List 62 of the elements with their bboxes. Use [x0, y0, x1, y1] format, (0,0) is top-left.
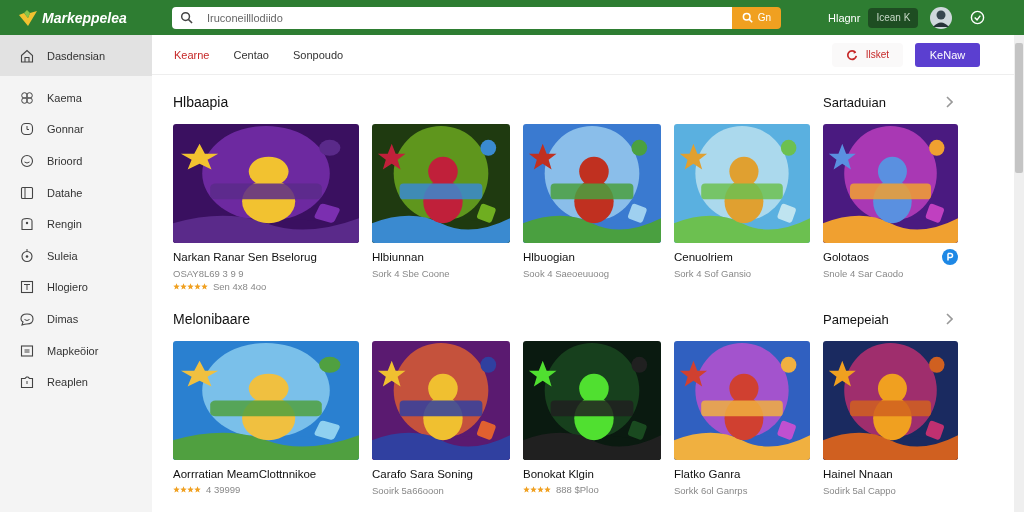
scrollbar[interactable] [1014, 35, 1024, 512]
card-subtitle: Sook 4 Saeoeuuoog [523, 268, 611, 279]
primary-button[interactable]: KeNaw [915, 42, 980, 67]
refresh-button[interactable]: Ilsket [831, 42, 903, 67]
card-meta: 888 $Ploo [556, 484, 599, 495]
card-title[interactable]: Hlbiunnan [372, 251, 424, 263]
sidebar-item[interactable]: Dasdensian [0, 35, 152, 76]
avatar-icon[interactable] [930, 6, 953, 29]
nav-tab[interactable]: Kearne [172, 46, 212, 63]
sidebar-item[interactable]: Mapkeöior [0, 334, 152, 367]
search-icon [741, 12, 753, 23]
card-title[interactable]: Narkan Ranar Sen Bselorug [173, 251, 317, 263]
card-title[interactable]: Hainel Nnaan [823, 468, 893, 480]
search-icon [180, 11, 193, 24]
card-title[interactable]: Flatko Ganra [674, 468, 741, 480]
nav-tab[interactable]: Centao [231, 46, 271, 63]
logo-icon [18, 8, 38, 27]
check-circle-icon[interactable] [970, 10, 986, 25]
card-subtitle: OSAY8L69 3 9 9 [173, 268, 245, 279]
sidebar-item[interactable]: Datahe [0, 176, 152, 209]
sidebar-item[interactable]: Reaplen [0, 366, 152, 398]
app-logo[interactable]: Markeppelea [42, 9, 127, 26]
card-subtitle: Sodirk 5al Cappo [823, 485, 897, 496]
card-title[interactable]: Carafo Sara Soning [372, 468, 473, 480]
book-icon [20, 185, 34, 200]
section-link[interactable]: Pamepeiah [823, 311, 945, 327]
card-subtitle: Sork 4 Sof Gansio [674, 268, 753, 279]
section-title: Hlbaapia [173, 94, 230, 110]
search-field[interactable]: Iruconeilllodiido [172, 6, 732, 29]
nav-tab[interactable]: Sonpoudo [290, 46, 346, 63]
card-title[interactable]: Aorrratian MeamClottnnikoe [173, 468, 317, 480]
sidebar-item[interactable]: Hlogiero [0, 271, 152, 304]
card-meta: 4 39999 [206, 484, 241, 495]
card-meta: Sen 4x8 4oo [213, 281, 267, 292]
account-pill[interactable]: Icean K [868, 7, 919, 28]
card-icon [20, 343, 34, 358]
sidebar-item[interactable]: Suleia [0, 239, 152, 272]
section-link[interactable]: Sartaduian [823, 94, 945, 110]
home-icon [20, 48, 34, 63]
sidebar-item[interactable]: Brioord [0, 145, 152, 177]
user-label[interactable]: Hlagnr [828, 11, 861, 24]
card-subtitle: Sooirk 5a66ooon [372, 485, 445, 496]
card-subtitle: Sork 4 Sbe Coone [372, 268, 451, 279]
chat-icon [20, 311, 34, 326]
chevron-right-icon[interactable] [945, 96, 953, 108]
card-subtitle: Snole 4 Sar Caodo [823, 268, 905, 279]
card-title[interactable]: Hlbuogian [523, 251, 575, 263]
card-subtitle: Sorkk 6ol Ganrps [674, 485, 749, 496]
card-title[interactable]: Golotaos [823, 251, 870, 263]
sidebar-item[interactable]: Gonnar [0, 113, 152, 146]
card-title[interactable]: Bonokat Klgin [523, 468, 594, 480]
clover-icon [20, 90, 34, 105]
sidebar-item[interactable]: Dimas [0, 303, 152, 335]
sidebar-item[interactable]: Rengin [0, 208, 152, 240]
smiley-icon [20, 154, 34, 168]
chevron-right-icon[interactable] [945, 313, 953, 325]
section-title: Melonibaare [173, 311, 252, 327]
refresh-icon [845, 48, 858, 61]
badge-icon [942, 249, 958, 265]
clock-icon [20, 122, 34, 137]
sidebar-item[interactable]: Kaema [0, 82, 152, 114]
card-title[interactable]: Cenuolriem [674, 251, 733, 263]
